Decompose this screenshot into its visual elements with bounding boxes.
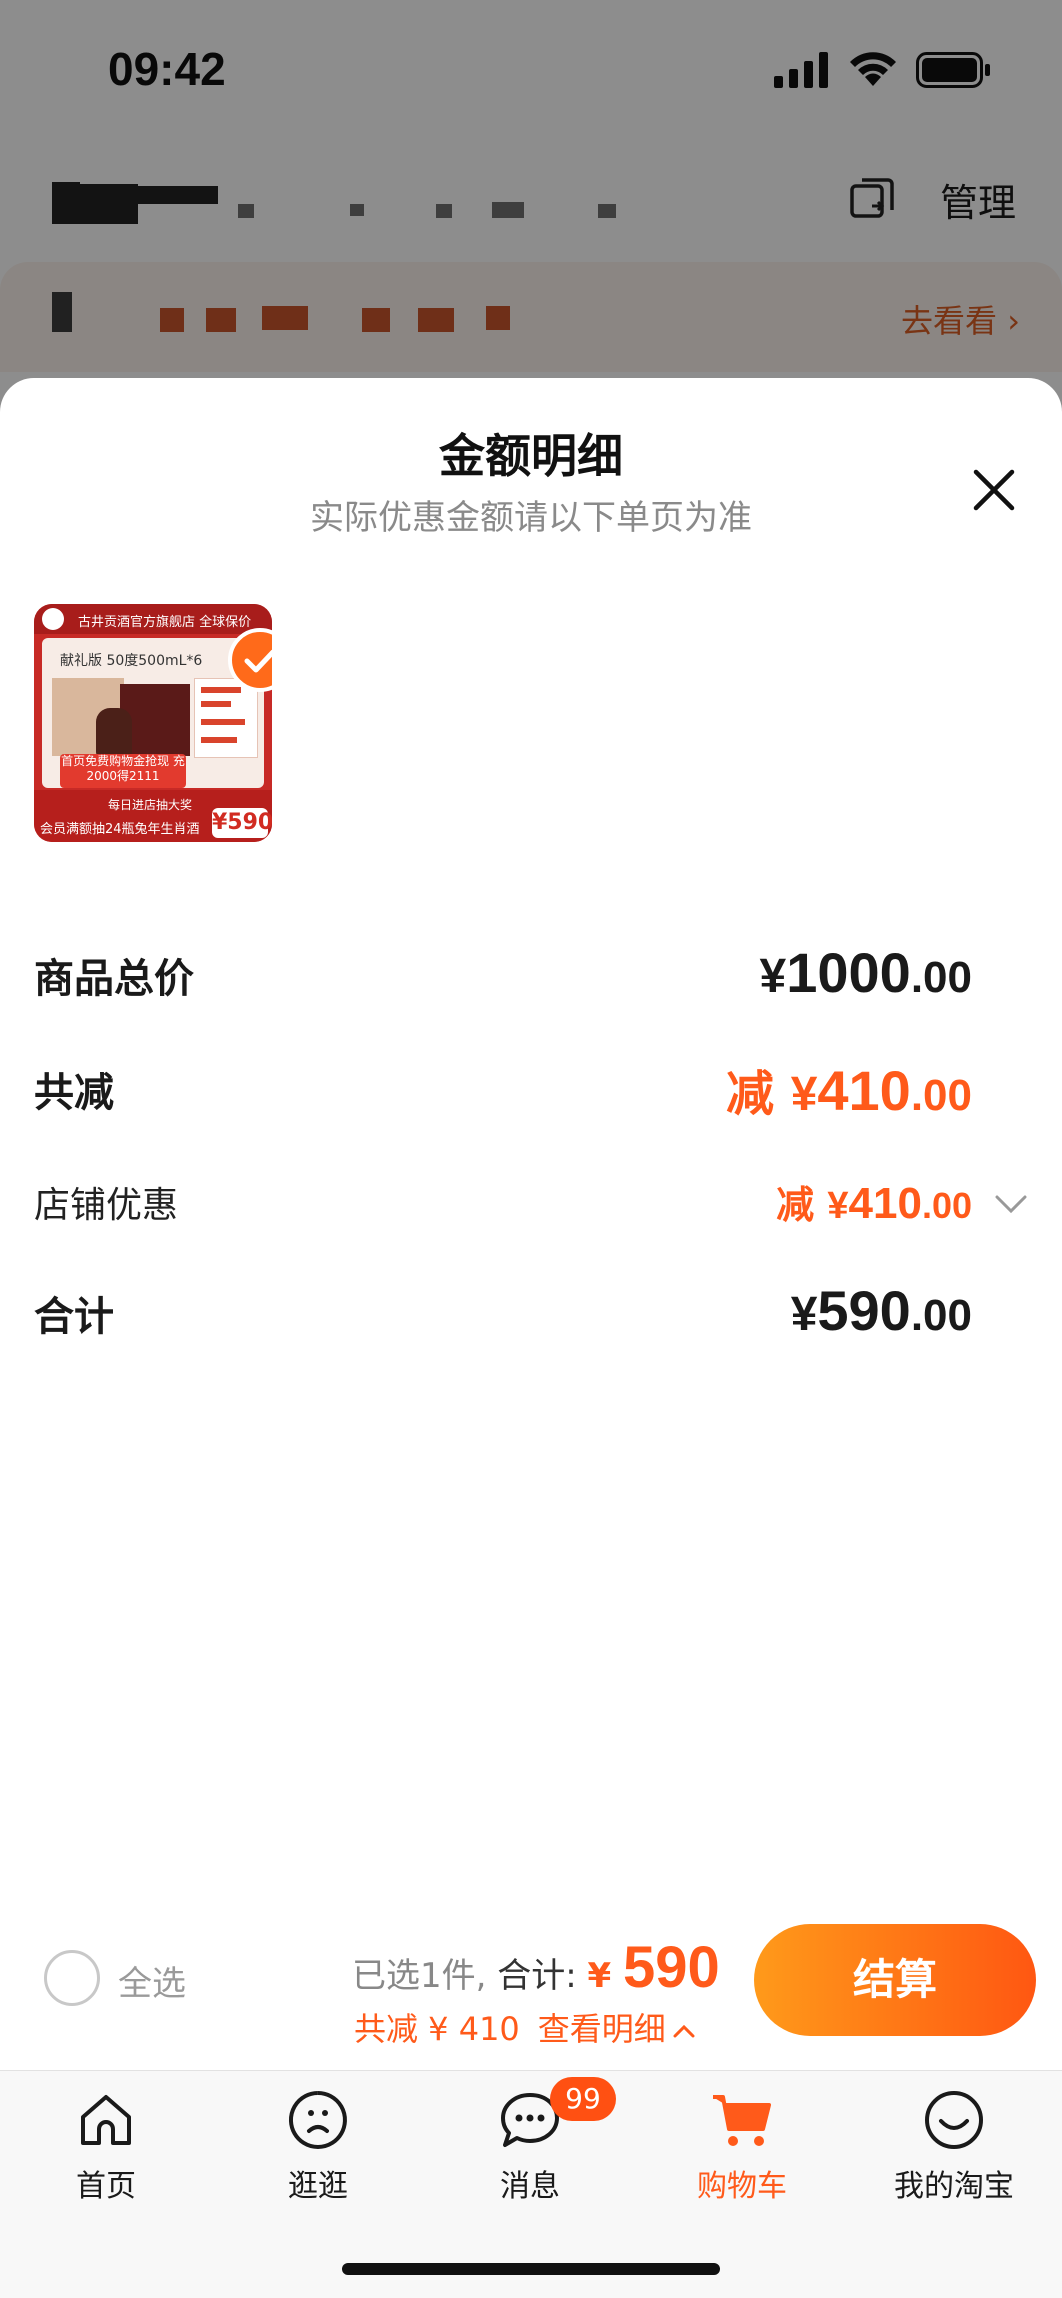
store-discount-label: 店铺优惠	[34, 1185, 179, 1226]
summary-total-label: 合计:	[486, 1956, 588, 1996]
reduce-value: 减 ¥410.00	[725, 1059, 972, 1122]
chevron-up-icon[interactable]	[672, 2023, 696, 2039]
home-indicator[interactable]	[342, 2263, 720, 2275]
total-price-value: ¥1000.00	[759, 941, 972, 1004]
amount-detail-sheet: 金额明细 实际优惠金额请以下单页为准 古井贡酒官方旗舰店 全球保价 献礼版 50…	[0, 378, 1062, 2070]
checkmark-icon	[244, 649, 272, 673]
bottle-image	[96, 708, 132, 758]
checkout-bar: 全选 已选1件, 合计: ¥ 590 共减 ¥ 410 查看明细 结算	[0, 1900, 1062, 2070]
browse-icon	[288, 2091, 347, 2149]
view-detail-link[interactable]: 查看明细	[538, 2010, 666, 2048]
thumb-banner: 古井贡酒官方旗舰店 全球保价	[34, 604, 272, 634]
total-price-label: 商品总价	[34, 956, 194, 1002]
tab-label: 首页	[76, 2169, 136, 2204]
tab-profile[interactable]: 我的淘宝	[864, 2087, 1044, 2237]
cart-icon	[713, 2095, 771, 2146]
summary-line: 已选1件, 合计: ¥ 590	[352, 1934, 720, 2001]
summary-total-value: 590	[623, 1935, 720, 2000]
home-icon	[81, 2095, 131, 2145]
tab-bar: 首页 逛逛 消息 99 购物车 我的淘宝	[0, 2070, 1062, 2298]
sheet-subtitle: 实际优惠金额请以下单页为准	[310, 498, 752, 538]
thumb-bottom-band: 每日进店抽大奖 会员满额抽24瓶兔年生肖酒 ¥590	[34, 790, 272, 842]
summary-discount-line: 共减 ¥ 410 查看明细	[354, 2004, 696, 2050]
thumb-daily-text: 每日进店抽大奖	[108, 798, 193, 812]
tab-label: 购物车	[697, 2169, 787, 2204]
sum-label: 合计	[34, 1294, 114, 1340]
thumb-price: ¥590	[212, 808, 272, 838]
tab-browse[interactable]: 逛逛	[228, 2087, 408, 2237]
chevron-down-icon[interactable]	[994, 1192, 1028, 1216]
close-icon[interactable]	[970, 466, 1018, 514]
sheet-title: 金额明细	[439, 429, 623, 483]
thumb-edition: 献礼版 50度500mL*6	[60, 653, 203, 669]
selected-check-icon[interactable]	[228, 628, 272, 692]
thumb-promo-tag: 首页免费购物金抢现 充2000得2111	[60, 754, 186, 788]
tab-label: 消息	[500, 2169, 560, 2204]
tab-cart[interactable]: 购物车	[652, 2087, 832, 2237]
tab-label: 逛逛	[288, 2169, 348, 2204]
summary-yen: ¥	[587, 1956, 624, 1996]
product-thumbnail[interactable]: 古井贡酒官方旗舰店 全球保价 献礼版 50度500mL*6 首页免费购物金抢现 …	[34, 604, 272, 842]
reduce-label: 共减	[34, 1070, 114, 1116]
select-all-label[interactable]: 全选	[118, 1956, 186, 2005]
store-discount-value[interactable]: 减 ¥410.00	[776, 1174, 972, 1229]
checkout-button[interactable]: 结算	[754, 1924, 1036, 2036]
sum-value: ¥590.00	[790, 1279, 972, 1342]
tab-home[interactable]: 首页	[16, 2087, 196, 2237]
tab-label: 我的淘宝	[894, 2169, 1014, 2204]
store-logo-icon	[42, 608, 64, 630]
profile-icon	[925, 2091, 983, 2149]
thumb-member-text: 会员满额抽24瓶兔年生肖酒	[40, 822, 200, 837]
modal-overlay[interactable]	[0, 0, 1062, 420]
select-all-radio[interactable]	[44, 1950, 100, 2006]
summary-reduce: 共减 ¥ 410	[354, 2010, 520, 2048]
selected-count: 已选1件,	[352, 1956, 487, 1996]
message-badge: 99	[550, 2077, 616, 2121]
